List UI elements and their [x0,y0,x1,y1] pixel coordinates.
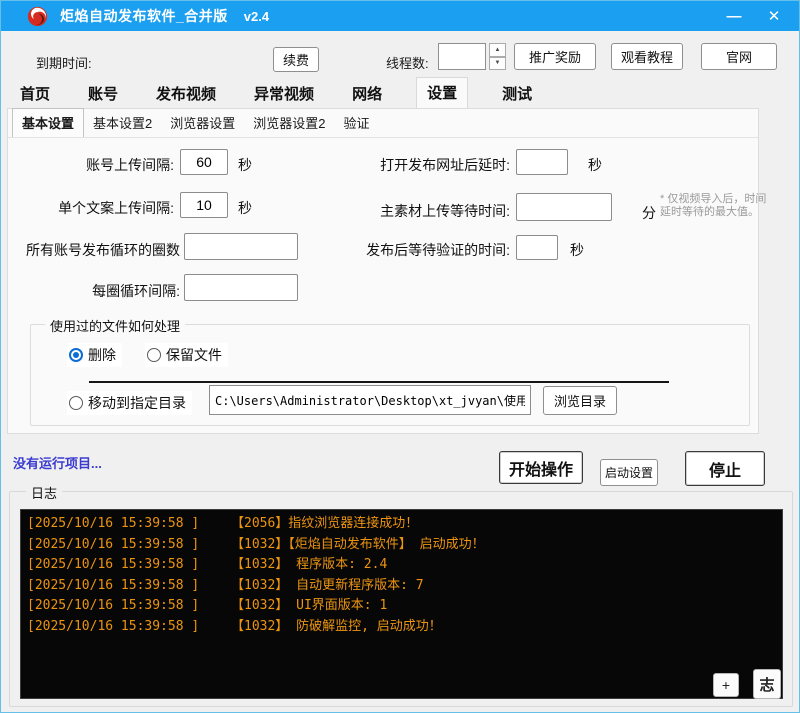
website-button[interactable]: 官网 [701,43,777,70]
material-wait-unit: 分 [642,203,656,223]
zoom-plus-button[interactable]: + [713,673,739,697]
tab-abnormal-video[interactable]: 异常视频 [250,79,318,109]
account-interval-input[interactable] [180,149,228,175]
radio-delete-label: 删除 [88,345,116,365]
material-wait-label: 主素材上传等待时间: [338,201,510,221]
tab-home[interactable]: 首页 [16,79,54,109]
group-separator [89,381,669,383]
log-message: 【1032】 UI界面版本: 1 [231,596,387,617]
settings-tab-page: 基本设置 基本设置2 浏览器设置 浏览器设置2 验证 账号上传间隔: 秒 单个文… [7,108,759,434]
tab-publish-video[interactable]: 发布视频 [152,79,220,109]
minimize-button[interactable]: — [717,1,751,31]
close-button[interactable]: ✕ [757,1,791,31]
radio-move-icon[interactable] [69,396,83,410]
threads-input[interactable] [438,43,486,70]
expiry-label: 到期时间: [36,53,92,72]
open-url-delay-input[interactable] [516,149,568,175]
tab-accounts[interactable]: 账号 [84,79,122,109]
tab-settings[interactable]: 设置 [416,77,468,109]
loop-count-input[interactable] [184,233,298,260]
account-interval-unit: 秒 [238,155,252,175]
start-operation-button[interactable]: 开始操作 [499,451,583,484]
spin-up-icon[interactable]: ▲ [489,43,506,57]
renew-button[interactable]: 续费 [273,47,319,72]
subtab-browser-settings[interactable]: 浏览器设置 [161,109,244,137]
stop-button[interactable]: 停止 [685,451,765,486]
promo-button[interactable]: 推广奖励 [514,43,596,70]
log-line: [2025/10/16 15:39:58 ] 【1032】 防破解监控, 启动成… [27,617,776,638]
log-line: [2025/10/16 15:39:58 ] 【1032】 UI界面版本: 1 [27,596,776,617]
log-line: [2025/10/16 15:39:58 ] 【1032】【炬焰自动发布软件】 … [27,535,776,556]
log-message: 【1032】【炬焰自动发布软件】 启动成功！ [231,535,485,556]
tab-test[interactable]: 测试 [498,79,536,109]
material-wait-note: * 仅视频导入后，时间延时等待的最大值。 [660,193,776,219]
launch-settings-button[interactable]: 启动设置 [600,459,658,486]
subtab-basic-settings-2[interactable]: 基本设置2 [84,109,161,137]
log-message: 【1032】 防破解监控, 启动成功！ [231,617,442,638]
subtab-browser-settings-2[interactable]: 浏览器设置2 [244,109,334,137]
threads-stepper: ▲ ▼ [438,43,506,70]
loop-count-label: 所有账号发布循环的圈数 [8,240,180,260]
log-message: 【1032】 自动更新程序版本: 7 [231,576,424,597]
loop-interval-input[interactable] [184,274,298,301]
log-timestamp: [2025/10/16 15:39:58 ] [27,596,231,617]
log-timestamp: [2025/10/16 15:39:58 ] [27,514,231,535]
radio-move[interactable]: 移动到指定目录 [67,391,192,415]
subtab-verification[interactable]: 验证 [335,109,379,137]
sub-tab-bar: 基本设置 基本设置2 浏览器设置 浏览器设置2 验证 [12,112,379,137]
verify-wait-label: 发布后等待验证的时间: [338,240,510,260]
app-logo-icon [27,6,48,27]
note-line1: * 仅视频导入后，时间 [660,193,766,205]
radio-move-label: 移动到指定目录 [88,393,186,413]
title-bar: 炬焰自动发布软件_合并版 v2.4 — ✕ [1,1,799,31]
log-console: [2025/10/16 15:39:58 ] 【2056】指纹浏览器连接成功！ … [20,509,783,699]
log-timestamp: [2025/10/16 15:39:58 ] [27,555,231,576]
threads-label: 线程数: [386,53,429,72]
window-title: 炬焰自动发布软件_合并版 [60,6,228,26]
verify-wait-input[interactable] [516,235,558,260]
log-line: [2025/10/16 15:39:58 ] 【1032】 程序版本: 2.4 [27,555,776,576]
copy-interval-input[interactable] [180,192,228,218]
log-toggle-button[interactable]: 志 [753,669,781,699]
verify-wait-unit: 秒 [570,240,584,260]
main-tab-bar: 首页 账号 发布视频 异常视频 网络 设置 测试 [1,81,799,109]
browse-directory-button[interactable]: 浏览目录 [543,386,617,415]
sub-tab-divider [8,137,758,138]
copy-interval-unit: 秒 [238,198,252,218]
note-line2: 延时等待的最大值。 [660,206,759,218]
account-interval-label: 账号上传间隔: [8,155,174,175]
log-line: [2025/10/16 15:39:58 ] 【1032】 自动更新程序版本: … [27,576,776,597]
tutorial-button[interactable]: 观看教程 [611,43,683,70]
status-text: 没有运行项目... [13,453,102,472]
log-timestamp: [2025/10/16 15:39:58 ] [27,535,231,556]
log-legend: 日志 [26,483,62,502]
window-version: v2.4 [244,9,269,24]
radio-delete-icon[interactable] [69,348,83,362]
radio-keep[interactable]: 保留文件 [145,343,228,367]
radio-keep-label: 保留文件 [166,345,222,365]
radio-delete[interactable]: 删除 [67,343,122,367]
loop-interval-label: 每圈循环间隔: [8,281,180,301]
tab-network[interactable]: 网络 [348,79,386,109]
log-timestamp: [2025/10/16 15:39:58 ] [27,576,231,597]
log-timestamp: [2025/10/16 15:39:58 ] [27,617,231,638]
material-wait-input[interactable] [516,193,612,221]
log-message: 【2056】指纹浏览器连接成功！ [231,514,418,535]
used-files-groupbox: 使用过的文件如何处理 删除 保留文件 移动到指定目录 浏览目录 [30,324,750,426]
spin-down-icon[interactable]: ▼ [489,57,506,71]
radio-keep-icon[interactable] [147,348,161,362]
open-url-delay-label: 打开发布网址后延时: [338,155,510,175]
app-window: 炬焰自动发布软件_合并版 v2.4 — ✕ 到期时间: 续费 线程数: ▲ ▼ … [0,0,800,713]
move-path-input[interactable] [209,385,531,415]
used-files-legend: 使用过的文件如何处理 [45,316,185,335]
subtab-basic-settings[interactable]: 基本设置 [12,108,84,137]
log-line: [2025/10/16 15:39:58 ] 【2056】指纹浏览器连接成功！ [27,514,776,535]
log-groupbox: 日志 [2025/10/16 15:39:58 ] 【2056】指纹浏览器连接成… [9,491,793,707]
open-url-delay-unit: 秒 [588,155,602,175]
copy-interval-label: 单个文案上传间隔: [8,198,174,218]
log-message: 【1032】 程序版本: 2.4 [231,555,387,576]
